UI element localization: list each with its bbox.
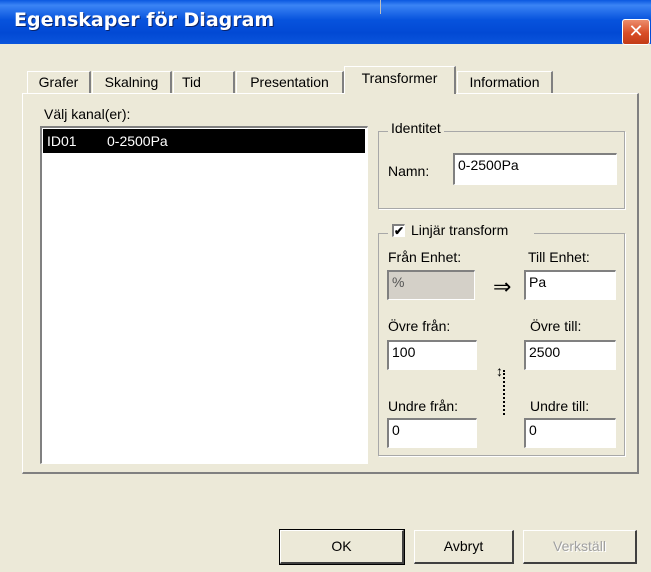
lower-to-label: Undre till: [530, 398, 590, 414]
upper-to-field[interactable]: 2500 [524, 340, 616, 370]
upper-from-field[interactable]: 100 [387, 340, 477, 370]
linear-transform-label: Linjär transform [411, 222, 509, 238]
title-bar: Egenskaper för Diagram [0, 0, 651, 44]
lower-to-field[interactable]: 0 [524, 418, 616, 448]
window-title: Egenskaper för Diagram [14, 9, 275, 31]
divider [380, 0, 381, 14]
range-arrow-icon: ↕ [496, 363, 503, 379]
range-indicator-icon [503, 370, 506, 415]
cancel-button[interactable]: Avbryt [414, 530, 514, 564]
upper-from-label: Övre från: [388, 318, 451, 334]
from-unit-field: % [387, 270, 475, 300]
list-item[interactable]: ID01 0-2500Pa [43, 129, 365, 153]
transform-arrow-icon: ⇒ [493, 274, 512, 299]
tab-presentation[interactable]: Presentation [236, 71, 344, 94]
upper-to-label: Övre till: [530, 318, 582, 334]
to-unit-label: Till Enhet: [528, 249, 590, 265]
channel-name: 0-2500Pa [107, 133, 168, 149]
tab-transformer[interactable]: Transformer [344, 66, 456, 94]
apply-button[interactable]: Verkställ [523, 530, 637, 564]
tab-skalning[interactable]: Skalning [92, 71, 172, 94]
to-unit-field[interactable]: Pa [524, 270, 616, 300]
channel-list[interactable]: ID01 0-2500Pa [40, 126, 368, 464]
name-field[interactable]: 0-2500Pa [453, 153, 617, 185]
tab-information[interactable]: Information [457, 71, 553, 94]
channel-id: ID01 [47, 133, 77, 149]
lower-from-label: Undre från: [388, 398, 459, 414]
tab-tid[interactable]: Tid [173, 71, 235, 94]
name-label: Namn: [388, 163, 430, 179]
channel-list-label: Välj kanal(er): [44, 106, 131, 122]
identity-group-title: Identitet [388, 120, 444, 136]
tab-grafer[interactable]: Grafer [27, 71, 91, 94]
linear-transform-checkbox[interactable]: ✔ [392, 224, 405, 237]
ok-button[interactable]: OK [279, 529, 405, 565]
close-icon[interactable]: ✕ [622, 19, 650, 45]
lower-from-field[interactable]: 0 [387, 418, 477, 448]
from-unit-label: Från Enhet: [388, 249, 462, 265]
